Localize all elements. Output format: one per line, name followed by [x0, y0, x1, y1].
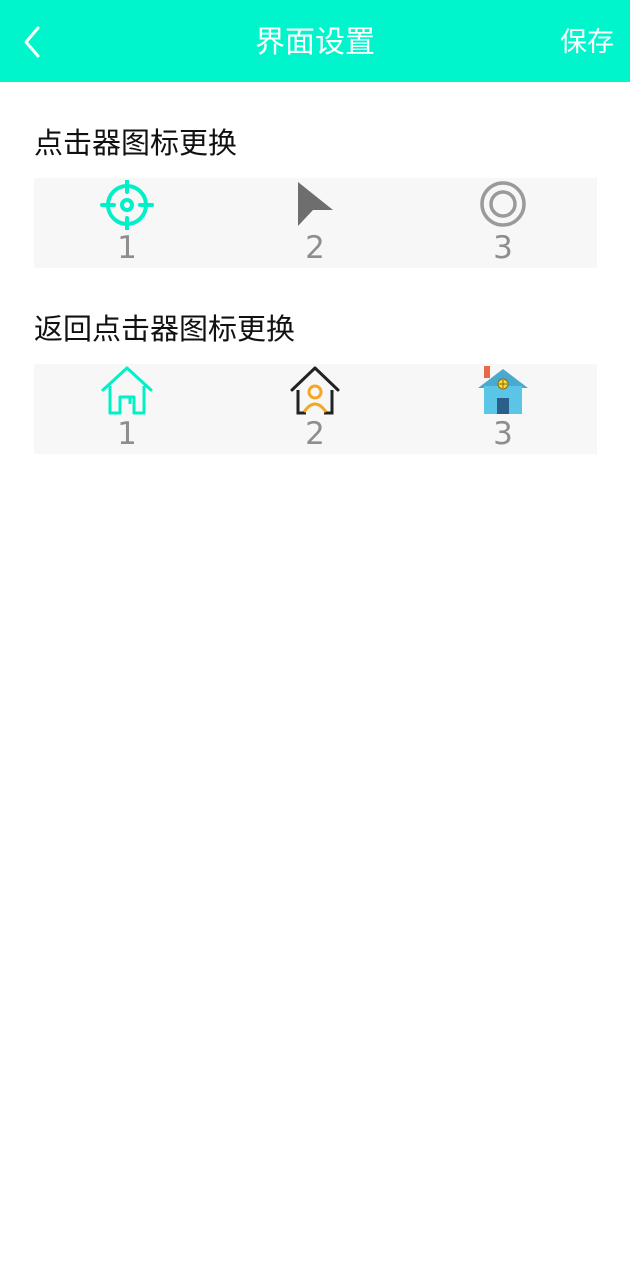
chevron-left-icon [24, 26, 40, 58]
back-button[interactable] [14, 20, 54, 64]
return-icon-row: 1 2 3 [34, 364, 597, 454]
return-option-3[interactable]: 3 [443, 364, 563, 454]
return-option-3-label: 3 [493, 416, 513, 452]
clicker-icon-row: 1 2 3 [34, 178, 597, 268]
header-bar: 界面设置 保存 [0, 0, 630, 82]
return-option-2-label: 2 [305, 416, 325, 452]
return-option-1-label: 1 [117, 416, 137, 452]
clicker-option-3-label: 3 [493, 230, 513, 266]
return-option-1[interactable]: 1 [67, 364, 187, 454]
home-outline-icon [101, 366, 153, 415]
return-option-2[interactable]: 2 [255, 364, 375, 454]
clicker-section-title: 点击器图标更换 [34, 126, 238, 160]
home-chimney-icon [478, 366, 528, 414]
clicker-option-1[interactable]: 1 [67, 178, 187, 268]
clicker-option-2-label: 2 [305, 230, 325, 266]
clicker-option-3[interactable]: 3 [443, 178, 563, 268]
clicker-option-2[interactable]: 2 [255, 178, 375, 268]
arrow-pointer-icon [298, 182, 333, 226]
crosshair-icon [100, 180, 154, 230]
target-ring-icon [480, 181, 526, 227]
return-section-title: 返回点击器图标更换 [34, 312, 296, 346]
save-button[interactable]: 保存 [560, 0, 614, 82]
page-title: 界面设置 [255, 25, 375, 60]
home-person-icon [290, 366, 340, 415]
clicker-option-1-label: 1 [117, 230, 137, 266]
